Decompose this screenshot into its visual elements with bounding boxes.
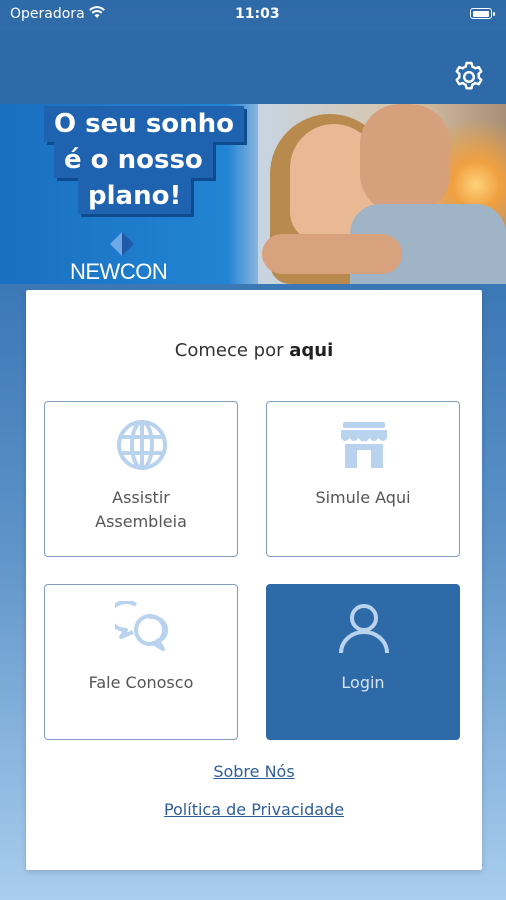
battery-icon bbox=[470, 8, 495, 19]
user-icon bbox=[339, 604, 389, 654]
newcon-logo-text: NEWCON bbox=[70, 259, 168, 284]
slogan-line-3: plano! bbox=[78, 178, 192, 214]
start-card: Comece por aqui Assistir Assembleia Simu… bbox=[26, 290, 482, 870]
newcon-logo-icon bbox=[110, 232, 134, 256]
tile-label-line-2: Assembleia bbox=[95, 512, 187, 531]
globe-icon bbox=[117, 420, 167, 470]
contact-us-button[interactable]: Fale Conosco bbox=[44, 584, 238, 740]
app-header bbox=[0, 30, 506, 104]
carrier-name: Operadora bbox=[10, 6, 85, 22]
tile-label: Fale Conosco bbox=[88, 673, 194, 692]
slogan-line-2: é o nosso bbox=[54, 142, 213, 178]
promo-banner[interactable]: O seu sonho é o nosso plano! NEWCON bbox=[0, 104, 506, 284]
man-face bbox=[360, 104, 450, 214]
clock: 11:03 bbox=[235, 6, 280, 22]
login-button[interactable]: Login bbox=[266, 584, 460, 740]
gear-icon[interactable] bbox=[452, 60, 486, 94]
wifi-icon bbox=[89, 6, 105, 18]
tile-label: Login bbox=[341, 673, 385, 692]
about-us-link[interactable]: Sobre Nós bbox=[26, 762, 482, 781]
tile-label: Simule Aqui bbox=[315, 488, 411, 507]
slogan-line-1: O seu sonho bbox=[44, 106, 245, 142]
storefront-icon bbox=[341, 422, 387, 468]
tile-label-line-1: Assistir bbox=[112, 488, 170, 507]
privacy-policy-link[interactable]: Política de Privacidade bbox=[26, 800, 482, 819]
card-title-prefix: Comece por bbox=[174, 340, 290, 361]
card-title-emphasis: aqui bbox=[289, 340, 334, 361]
embrace-arm bbox=[262, 234, 402, 274]
simulate-button[interactable]: Simule Aqui bbox=[266, 401, 460, 557]
chat-bubbles-icon bbox=[115, 601, 169, 651]
watch-assembly-button[interactable]: Assistir Assembleia bbox=[44, 401, 238, 557]
card-title: Comece por aqui bbox=[26, 340, 482, 361]
status-bar: Operadora 11:03 bbox=[0, 0, 506, 30]
